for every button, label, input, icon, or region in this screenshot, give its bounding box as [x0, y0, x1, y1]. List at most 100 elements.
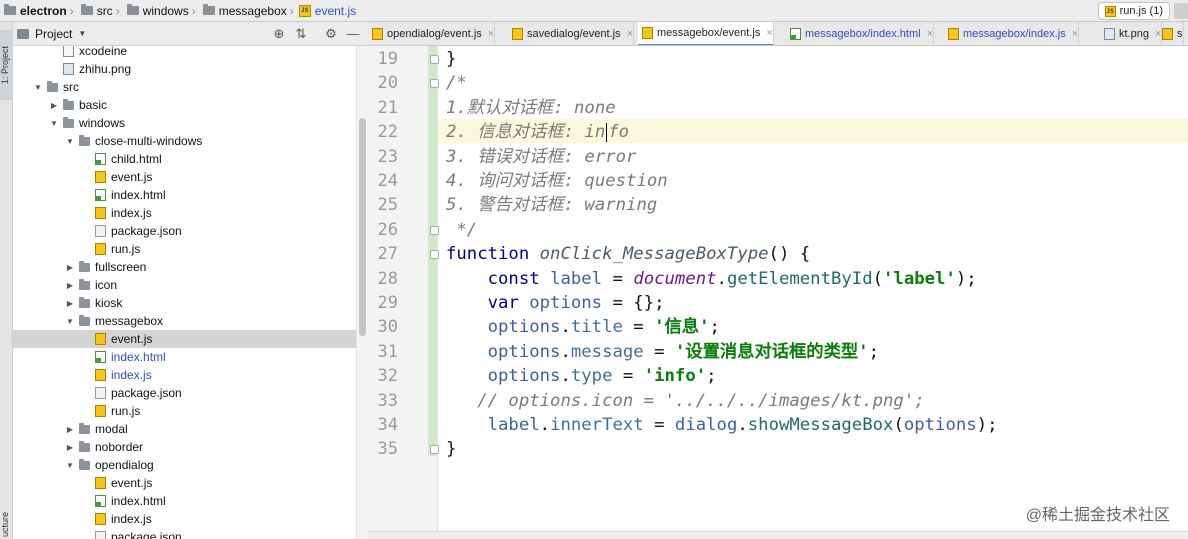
line-number: 25: [377, 195, 398, 216]
chevron-down-icon[interactable]: ▼: [33, 83, 43, 92]
code-token: options: [903, 415, 977, 435]
tab-messagebox-index-js[interactable]: messagebox/index.js ×: [944, 22, 1080, 45]
watermark: @稀土掘金技术社区: [1025, 507, 1170, 524]
close-icon[interactable]: ×: [927, 28, 933, 40]
tree-file[interactable]: index.js: [13, 204, 356, 222]
tab-savedialog-event-js[interactable]: savedialog/event.js ×: [508, 22, 634, 45]
structure-tool-tab[interactable]: ucture: [0, 509, 13, 539]
chevron-right-icon[interactable]: ▶: [49, 101, 59, 110]
code-line: 5. 警告对话框: warning: [446, 193, 657, 217]
tree-folder[interactable]: ▶ modal: [13, 420, 356, 438]
breadcrumb-separator: ›: [191, 3, 196, 18]
code-token: 3. 错误对话框: error: [446, 146, 637, 167]
code-token: innerText: [550, 415, 644, 435]
chevron-right-icon[interactable]: ▶: [65, 281, 75, 290]
chevron-right-icon[interactable]: ▶: [65, 263, 75, 272]
js-file-icon: [95, 207, 106, 219]
chevron-down-icon[interactable]: ▼: [49, 119, 59, 128]
tree-folder[interactable]: ▼ messagebox: [13, 312, 356, 330]
tab-kt-png[interactable]: kt.png ×: [1100, 22, 1163, 45]
code-token: options: [487, 341, 561, 362]
locate-icon[interactable]: ⊕: [271, 26, 287, 42]
tab-messagebox-index-html[interactable]: messagebox/index.html ×: [786, 22, 934, 45]
tree-folder[interactable]: ▼ close-multi-windows: [13, 132, 356, 150]
tree-file[interactable]: event.js: [13, 168, 356, 186]
tree-file[interactable]: index.html: [13, 348, 356, 366]
chevron-right-icon[interactable]: ▶: [65, 443, 75, 452]
collapse-icon[interactable]: ⇅: [293, 26, 309, 42]
chevron-right-icon[interactable]: ▶: [65, 425, 75, 434]
tree-item-label: icon: [95, 278, 118, 292]
fold-marker-icon[interactable]: [430, 55, 439, 64]
tree-file[interactable]: package.json: [13, 384, 356, 402]
close-icon[interactable]: ×: [627, 28, 633, 40]
tree-file[interactable]: index.html: [13, 186, 356, 204]
scrollbar-thumb[interactable]: [359, 118, 366, 336]
tree-file[interactable]: index.js: [13, 510, 356, 528]
tab-label: messagebox/index.js: [963, 28, 1066, 40]
json-file-icon: [95, 225, 106, 237]
tree-file[interactable]: run.js: [13, 240, 356, 258]
chevron-down-icon[interactable]: ▼: [78, 29, 86, 38]
hide-icon[interactable]: —: [345, 26, 361, 42]
fold-marker-icon[interactable]: [430, 445, 439, 455]
tree-folder[interactable]: ▼ src: [13, 78, 356, 96]
tree-file[interactable]: event.js: [13, 474, 356, 492]
close-icon[interactable]: ×: [1072, 28, 1078, 40]
tree-folder[interactable]: ▶ basic: [13, 96, 356, 114]
tree-file[interactable]: index.html: [13, 492, 356, 510]
code-editor[interactable]: @稀土掘金技术社区 19} 20 /* 21 1.默认对话框: none 22 2. 信息对…: [368, 46, 1188, 539]
tab-opendialog-event-js[interactable]: opendialog/event.js ×: [368, 22, 496, 45]
breadcrumb-item[interactable]: windows: [123, 0, 189, 22]
tree-file[interactable]: run.js: [13, 402, 356, 420]
tree-file[interactable]: xcodeine: [13, 46, 356, 60]
tree-file[interactable]: child.html: [13, 150, 356, 168]
tree-file[interactable]: package.json: [13, 528, 356, 539]
tree-item-label: index.js: [111, 512, 152, 526]
project-panel-title[interactable]: Project: [35, 27, 72, 41]
code-token: 5. 警告对话框: warning: [446, 195, 658, 216]
js-file-icon: [95, 333, 106, 345]
tree-folder[interactable]: ▶ kiosk: [13, 294, 356, 312]
tree-folder[interactable]: ▶ fullscreen: [13, 258, 356, 276]
code-token: options: [529, 293, 603, 313]
tree-folder[interactable]: ▶ icon: [13, 276, 356, 294]
tree-folder[interactable]: ▼ windows: [13, 114, 356, 132]
tree-file[interactable]: package.json: [13, 222, 356, 240]
code-line: */: [446, 218, 477, 242]
chevron-right-icon[interactable]: ▶: [65, 299, 75, 308]
chevron-down-icon[interactable]: ▼: [65, 317, 75, 326]
tree-file[interactable]: event.js: [13, 330, 356, 348]
fold-marker-icon[interactable]: [430, 250, 439, 260]
breadcrumb-item[interactable]: electron: [4, 0, 67, 22]
code-token: var: [487, 293, 530, 313]
tree-file[interactable]: zhihu.png: [13, 60, 356, 78]
run-config-dropdown[interactable]: JS run.js (1): [1097, 2, 1170, 20]
close-icon[interactable]: ×: [766, 27, 772, 39]
breadcrumb-item[interactable]: JS event.js: [297, 0, 356, 22]
breadcrumb-item[interactable]: src: [77, 0, 113, 22]
fold-marker-icon[interactable]: [430, 225, 439, 235]
folder-icon: [126, 4, 139, 15]
run-icon[interactable]: [1174, 3, 1188, 19]
tab-s[interactable]: s: [1158, 22, 1184, 45]
project-tree-scrollbar[interactable]: [356, 46, 368, 539]
chevron-down-icon[interactable]: ▼: [65, 137, 75, 146]
breadcrumb-item[interactable]: messagebox: [199, 0, 287, 22]
tree-item-label: package.json: [111, 386, 182, 400]
code-token: ;: [706, 366, 717, 387]
line-number: 29: [377, 293, 398, 313]
code-token: .: [539, 415, 551, 435]
close-icon[interactable]: ×: [488, 28, 494, 40]
fold-marker-icon[interactable]: [430, 79, 439, 89]
tree-folder[interactable]: ▼ opendialog: [13, 456, 356, 474]
tree-folder[interactable]: ▶ noborder: [13, 438, 356, 456]
folder-icon: [79, 422, 90, 434]
tab-messagebox-event-js[interactable]: messagebox/event.js ×: [638, 22, 774, 45]
gear-icon[interactable]: ⚙: [323, 26, 339, 42]
tree-file[interactable]: index.js: [13, 366, 356, 384]
chevron-down-icon[interactable]: ▼: [65, 461, 75, 470]
project-tool-tab[interactable]: 1: Project: [0, 30, 13, 100]
code-line: 3. 错误对话框: error: [446, 145, 636, 169]
code-token: const: [487, 268, 551, 289]
